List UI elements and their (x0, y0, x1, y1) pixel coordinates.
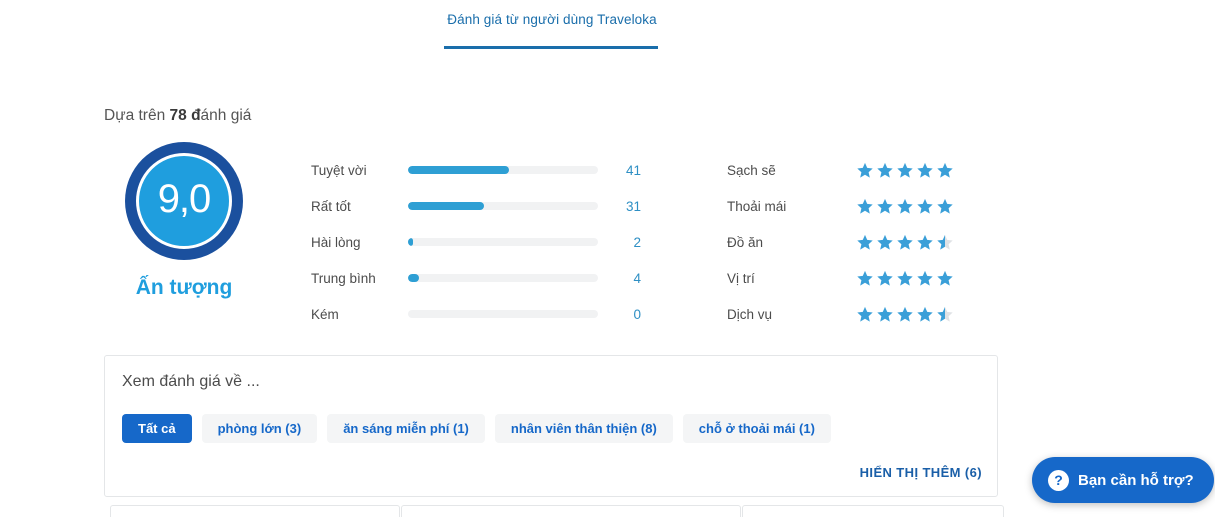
score-caption: Ấn tượng (135, 276, 233, 299)
star-icon (857, 162, 873, 178)
breakdown-row: Kém 0 (311, 296, 641, 332)
breakdown-label: Hài lòng (311, 234, 361, 250)
need-help-button[interactable]: ? Bạn cần hỗ trợ? (1032, 457, 1214, 503)
breakdown-count: 31 (625, 198, 641, 214)
star-icon (917, 306, 933, 322)
star-icon (937, 234, 953, 250)
rating-breakdown-chart: Tuyệt vời 41 Rất tốt 31 Hài lòng 2 Trung bình 4… (311, 152, 641, 332)
below-fold-cards (110, 505, 1005, 517)
breakdown-label: Tuyệt vời (311, 162, 367, 178)
score-value: 9,0 (157, 177, 212, 221)
star-icon (857, 234, 873, 250)
star-icon (877, 270, 893, 286)
star-icon (897, 234, 913, 250)
star-icon (937, 162, 953, 178)
breakdown-row: Tuyệt vời 41 (311, 152, 641, 188)
star-rating (857, 234, 953, 250)
breakdown-row: Rất tốt 31 (311, 188, 641, 224)
star-icon (897, 198, 913, 214)
breakdown-bar-fill (407, 202, 484, 210)
star-rating (857, 162, 953, 178)
heading-suffix: ánh giá (200, 107, 252, 124)
star-rating (857, 270, 953, 286)
need-help-label: Bạn cần hỗ trợ? (1078, 471, 1194, 489)
breakdown-label: Rất tốt (311, 198, 351, 214)
breakdown-bar-track (407, 310, 599, 318)
question-mark-circle-icon: ? (1048, 469, 1069, 491)
breakdown-label: Kém (311, 306, 339, 322)
review-count-heading: Dựa trên 78 đánh giá (104, 107, 251, 125)
breakdown-bar-fill (407, 166, 509, 174)
tab-label: Đánh giá từ người dùng Traveloka (447, 12, 657, 27)
below-fold-card-2 (401, 505, 741, 517)
breakdown-count: 0 (633, 306, 641, 322)
filter-chip[interactable]: Tất cả (122, 414, 192, 443)
category-rating-row: Đồ ăn (727, 224, 967, 260)
star-icon (877, 162, 893, 178)
star-icon (897, 270, 913, 286)
filter-chip[interactable]: phòng lớn (3) (201, 414, 318, 443)
breakdown-bar-track (407, 202, 599, 210)
below-fold-card-3 (742, 505, 1004, 517)
star-icon (917, 162, 933, 178)
breakdown-count: 41 (625, 162, 641, 178)
star-icon (857, 270, 873, 286)
tab-traveloka-user-reviews[interactable]: Đánh giá từ người dùng Traveloka (404, 4, 700, 27)
category-rating-row: Dịch vụ (727, 296, 967, 332)
category-label: Thoải mái (727, 198, 787, 214)
star-rating (857, 198, 953, 214)
breakdown-count: 2 (633, 234, 641, 250)
star-icon (917, 234, 933, 250)
category-rating-row: Sạch sẽ (727, 152, 967, 188)
category-label: Dịch vụ (727, 306, 773, 322)
overall-score-block: 9,0 Ấn tượng (104, 142, 264, 300)
category-label: Đồ ăn (727, 234, 764, 250)
heading-prefix: Dựa trên (104, 107, 170, 124)
star-icon (857, 306, 873, 322)
star-icon (917, 270, 933, 286)
breakdown-label: Trung bình (311, 270, 376, 286)
breakdown-row: Trung bình 4 (311, 260, 641, 296)
breakdown-bar-fill (407, 274, 420, 282)
star-icon (897, 306, 913, 322)
star-icon (877, 234, 893, 250)
breakdown-bar-track (407, 274, 599, 282)
star-icon (877, 306, 893, 322)
breakdown-bar-track (407, 166, 599, 174)
category-label: Vị trí (727, 270, 755, 286)
filter-chip[interactable]: ăn sáng miễn phí (1) (327, 414, 485, 443)
show-more-link[interactable]: HIỂN THỊ THÊM (6) (860, 465, 982, 480)
score-circle-inner: 9,0 (136, 153, 232, 249)
score-circle: 9,0 (125, 142, 243, 260)
filter-chip-list: Tất cả phòng lớn (3) ăn sáng miễn phí (1) n… (122, 414, 831, 443)
tab-active-underline (444, 46, 658, 49)
breakdown-bar-track (407, 238, 599, 246)
star-rating (857, 306, 953, 322)
filter-chip[interactable]: nhân viên thân thiện (8) (494, 414, 673, 443)
star-icon (857, 198, 873, 214)
category-label: Sạch sẽ (727, 162, 776, 178)
star-icon (937, 270, 953, 286)
star-icon (877, 198, 893, 214)
filter-chip[interactable]: chỗ ở thoải mái (1) (682, 414, 831, 443)
star-icon (917, 198, 933, 214)
review-filter-card: Xem đánh giá về ... Tất cả phòng lớn (3) ă… (104, 355, 998, 497)
breakdown-bar-fill (407, 238, 414, 246)
star-icon (937, 306, 953, 322)
filter-card-title: Xem đánh giá về ... (122, 373, 260, 390)
category-ratings-list: Sạch sẽ Thoải mái Đồ ăn Vị trí Dịch vụ (727, 152, 967, 332)
star-icon (897, 162, 913, 178)
heading-count: 78 đ (169, 107, 201, 124)
review-tab-bar: Đánh giá từ người dùng Traveloka (0, 0, 1215, 58)
below-fold-card-1 (110, 505, 400, 517)
category-rating-row: Vị trí (727, 260, 967, 296)
category-rating-row: Thoải mái (727, 188, 967, 224)
star-icon (937, 198, 953, 214)
breakdown-row: Hài lòng 2 (311, 224, 641, 260)
breakdown-count: 4 (633, 270, 641, 286)
